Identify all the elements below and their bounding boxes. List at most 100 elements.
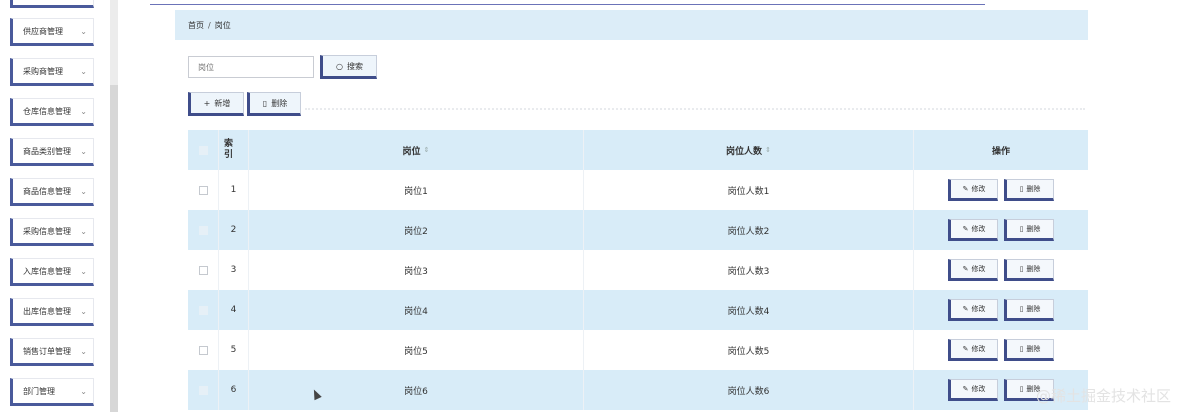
sidebar-scrollbar-thumb[interactable] xyxy=(110,85,118,412)
row-checkbox[interactable] xyxy=(198,305,208,315)
row-position: 岗位1 xyxy=(248,170,583,210)
sidebar-item-suppliers[interactable]: 供应商管理 ⌄ xyxy=(10,18,94,46)
table-row: 5 岗位5 岗位人数5 ✎ 修改 ▯ 删除 xyxy=(188,330,1088,370)
chevron-down-icon: ⌄ xyxy=(80,147,87,156)
top-divider xyxy=(150,4,985,5)
delete-button[interactable]: ▯ 删除 xyxy=(1004,299,1054,321)
search-input[interactable] xyxy=(188,56,314,78)
chevron-down-icon: ⌄ xyxy=(80,267,87,276)
table-row: 4 岗位4 岗位人数4 ✎ 修改 ▯ 删除 xyxy=(188,290,1088,330)
row-position: 岗位2 xyxy=(248,210,583,250)
edit-button[interactable]: ✎ 修改 xyxy=(948,339,998,361)
delete-label: 删除 xyxy=(1026,225,1041,233)
trash-icon: ▯ xyxy=(1019,265,1024,273)
sidebar-item-label: 商品类别管理 xyxy=(23,146,71,156)
delete-label: 删除 xyxy=(1026,305,1041,313)
chevron-down-icon: ⌄ xyxy=(80,107,87,116)
sidebar-item-category[interactable]: 商品类别管理 ⌄ xyxy=(10,138,94,166)
breadcrumb-home[interactable]: 首页 xyxy=(188,20,204,31)
row-count: 岗位人数2 xyxy=(583,210,913,250)
sidebar-item-label: 商品信息管理 xyxy=(23,186,71,196)
sidebar-item-purchasers[interactable]: 采购商管理 ⌄ xyxy=(10,58,94,86)
sidebar-item-procurement[interactable]: 采购信息管理 ⌄ xyxy=(10,218,94,246)
row-position: 岗位3 xyxy=(248,250,583,290)
sidebar-item-products[interactable]: 商品信息管理 ⌄ xyxy=(10,178,94,206)
edit-label: 修改 xyxy=(971,185,986,193)
row-checkbox[interactable] xyxy=(198,185,208,195)
edit-label: 修改 xyxy=(971,345,986,353)
row-index: 2 xyxy=(218,210,248,250)
chevron-down-icon: ⌄ xyxy=(80,307,87,316)
row-index: 6 xyxy=(218,370,248,410)
sort-icon[interactable]: ⇕ xyxy=(424,146,430,154)
chevron-down-icon: ⌄ xyxy=(80,27,87,36)
sidebar-item-label: 部门管理 xyxy=(23,386,55,396)
delete-label: 删除 xyxy=(1026,265,1041,273)
delete-button[interactable]: ▯ 删除 xyxy=(1004,219,1054,241)
edit-icon: ✎ xyxy=(962,305,969,313)
sidebar-item-departments[interactable]: 部门管理 ⌄ xyxy=(10,378,94,406)
header-position[interactable]: 岗位 ⇕ xyxy=(248,130,583,170)
header-position-label: 岗位 xyxy=(402,146,421,157)
row-count: 岗位人数6 xyxy=(583,370,913,410)
header-actions: 操作 xyxy=(913,130,1088,170)
positions-table: 索引 岗位⇕ 岗位人数⇕ 操作 1 岗位1 岗位人数1 ✎修改 ▯删除 xyxy=(188,130,1088,410)
row-checkbox[interactable] xyxy=(198,265,208,275)
row-position: 岗位6 xyxy=(248,370,583,410)
row-position: 岗位5 xyxy=(248,330,583,370)
chevron-down-icon: ⌄ xyxy=(80,347,87,356)
row-checkbox[interactable] xyxy=(198,225,208,235)
edit-button[interactable]: ✎ 修改 xyxy=(948,219,998,241)
edit-button[interactable]: ✎ 修改 xyxy=(948,379,998,401)
header-count[interactable]: 岗位人数 ⇕ xyxy=(583,130,913,170)
toolbar-divider xyxy=(305,108,1085,110)
edit-icon: ✎ xyxy=(962,265,969,273)
row-index: 3 xyxy=(218,250,248,290)
header-index-label: 索引 xyxy=(223,139,233,160)
edit-label: 修改 xyxy=(971,385,986,393)
edit-icon: ✎ xyxy=(962,385,969,393)
delete-button[interactable]: ▯ 删除 xyxy=(1004,259,1054,281)
sort-icon[interactable]: ⇕ xyxy=(765,146,771,154)
breadcrumb-current: 岗位 xyxy=(214,20,231,30)
row-count: 岗位人数3 xyxy=(583,250,913,290)
select-all-checkbox[interactable] xyxy=(198,145,208,155)
table-row: 1 岗位1 岗位人数1 ✎ 修改 ▯ 删除 xyxy=(188,170,1088,210)
plus-icon: + xyxy=(203,98,211,108)
edit-label: 修改 xyxy=(971,225,986,233)
edit-label: 修改 xyxy=(971,265,986,273)
row-count: 岗位人数4 xyxy=(583,290,913,330)
delete-button[interactable]: ▯ 删除 xyxy=(1004,179,1054,201)
edit-icon: ✎ xyxy=(962,185,969,193)
row-position: 岗位4 xyxy=(248,290,583,330)
delete-button[interactable]: ▯ 删除 xyxy=(1004,339,1054,361)
edit-icon: ✎ xyxy=(962,345,969,353)
row-index: 4 xyxy=(218,290,248,330)
chevron-down-icon: ⌄ xyxy=(80,187,87,196)
header-count-label: 岗位人数 xyxy=(726,146,763,157)
sidebar-item-sales-orders[interactable]: 销售订单管理 ⌄ xyxy=(10,338,94,366)
row-checkbox[interactable] xyxy=(198,345,208,355)
add-button[interactable]: + 新增 xyxy=(188,92,244,116)
chevron-down-icon: ⌄ xyxy=(80,227,87,236)
sidebar-item-partial[interactable] xyxy=(10,0,94,8)
sidebar-item-warehouse[interactable]: 仓库信息管理 ⌄ xyxy=(10,98,94,126)
search-button[interactable]: ○ 搜索 xyxy=(320,55,377,79)
edit-button[interactable]: ✎ 修改 xyxy=(948,179,998,201)
row-checkbox[interactable] xyxy=(198,385,208,395)
sidebar-item-label: 仓库信息管理 xyxy=(23,106,71,116)
trash-icon: ▯ xyxy=(1019,305,1024,313)
add-button-label: 新增 xyxy=(214,98,231,108)
trash-icon: ▯ xyxy=(1019,185,1024,193)
header-index[interactable]: 索引 xyxy=(218,130,238,170)
edit-button[interactable]: ✎ 修改 xyxy=(948,259,998,281)
sidebar-item-label: 入库信息管理 xyxy=(23,266,71,276)
edit-icon: ✎ xyxy=(962,225,969,233)
edit-button[interactable]: ✎ 修改 xyxy=(948,299,998,321)
sidebar-item-outbound[interactable]: 出库信息管理 ⌄ xyxy=(10,298,94,326)
trash-icon: ▯ xyxy=(1019,385,1024,393)
row-index: 1 xyxy=(218,170,248,210)
sidebar-item-label: 供应商管理 xyxy=(23,26,63,36)
sidebar-item-inbound[interactable]: 入库信息管理 ⌄ xyxy=(10,258,94,286)
bulk-delete-button[interactable]: ▯ 删除 xyxy=(247,92,301,116)
